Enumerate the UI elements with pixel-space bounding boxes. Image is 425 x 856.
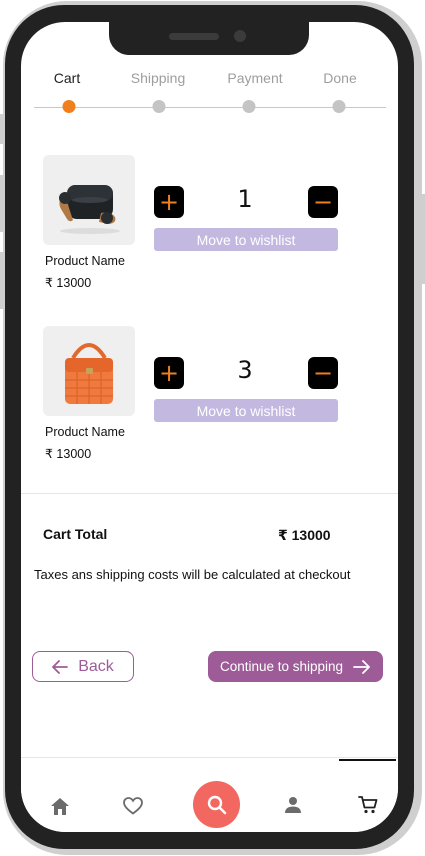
continue-to-shipping-button[interactable]: Continue to shipping	[208, 651, 383, 682]
decrease-quantity-button[interactable]: −	[308, 357, 338, 389]
plus-icon: +	[158, 359, 180, 387]
nav-home[interactable]	[48, 794, 72, 818]
plus-icon: +	[158, 188, 180, 216]
search-icon	[207, 795, 226, 814]
move-to-wishlist-button[interactable]: Move to wishlist	[154, 228, 338, 251]
product-price: ₹ 13000	[45, 447, 92, 461]
user-icon	[285, 797, 301, 813]
step-dot-cart	[62, 100, 76, 113]
nav-active-indicator	[339, 759, 396, 761]
continue-button-label: Continue to shipping	[219, 659, 344, 674]
minus-icon: −	[312, 359, 334, 387]
home-icon	[51, 797, 69, 815]
camera	[234, 30, 246, 42]
side-button-volume-up	[0, 175, 4, 232]
nav-wishlist[interactable]	[121, 794, 145, 818]
step-shipping[interactable]: Shipping	[131, 70, 186, 86]
back-button-label: Back	[78, 657, 114, 675]
speaker	[169, 33, 219, 40]
tax-note: Taxes ans shipping costs will be calcula…	[34, 567, 351, 582]
arrow-right-icon	[353, 659, 370, 674]
step-payment[interactable]: Payment	[227, 70, 282, 86]
screen: Cart Shipping Payment Done Product Name …	[21, 22, 398, 832]
increase-quantity-button[interactable]: +	[154, 186, 184, 218]
increase-quantity-button[interactable]: +	[154, 357, 184, 389]
side-button-power	[421, 194, 425, 284]
step-dot-shipping	[152, 100, 166, 113]
side-button-volume-down	[0, 252, 4, 309]
heart-icon	[123, 797, 143, 815]
back-button[interactable]: Back	[32, 651, 134, 682]
cart-icon	[358, 796, 378, 814]
product-name: Product Name	[45, 425, 125, 439]
step-dot-payment	[242, 100, 256, 113]
nav-cart[interactable]	[355, 793, 381, 817]
product-price: ₹ 13000	[45, 276, 92, 290]
notch	[109, 22, 309, 55]
divider	[21, 493, 398, 494]
step-dot-done	[332, 100, 346, 113]
earbuds-image[interactable]	[43, 155, 135, 245]
arrow-left-icon	[52, 659, 69, 674]
decrease-quantity-button[interactable]: −	[308, 186, 338, 218]
quantity-value: 3	[237, 356, 253, 384]
cart-total-label: Cart Total	[43, 526, 108, 542]
move-to-wishlist-button[interactable]: Move to wishlist	[154, 399, 338, 422]
minus-icon: −	[312, 188, 334, 216]
nav-search[interactable]	[193, 781, 240, 828]
step-done[interactable]: Done	[323, 70, 356, 86]
product-name: Product Name	[45, 254, 125, 268]
cart-total-value: ₹ 13000	[278, 527, 331, 543]
nav-profile[interactable]	[281, 793, 305, 817]
phone-frame: Cart Shipping Payment Done Product Name …	[5, 5, 414, 849]
handbag-image[interactable]	[43, 326, 135, 416]
step-cart[interactable]: Cart	[54, 70, 80, 86]
side-button-mute	[0, 114, 4, 144]
quantity-value: 1	[237, 185, 253, 213]
